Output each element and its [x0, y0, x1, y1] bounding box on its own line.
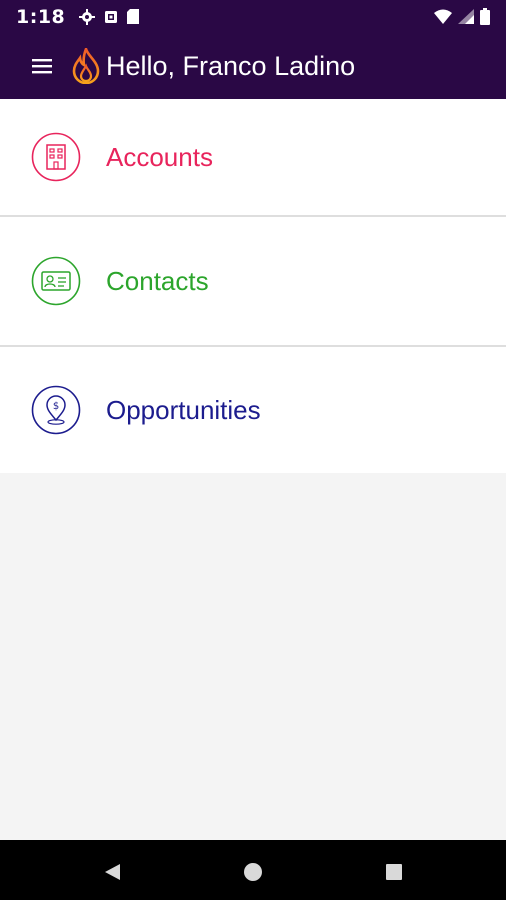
menu-item-label: Accounts: [106, 141, 213, 172]
settings-icon: [79, 8, 96, 25]
main-menu-list: Accounts Contacts $ Opportunities: [0, 99, 506, 473]
menu-item-label: Opportunities: [106, 394, 261, 425]
building-icon: [30, 131, 82, 183]
system-nav-bar: [0, 840, 506, 900]
signal-icon: [458, 9, 474, 24]
contact-card-icon: [30, 255, 82, 307]
svg-text:$: $: [53, 401, 59, 412]
menu-item-accounts[interactable]: Accounts: [0, 99, 506, 217]
status-bar: 1:18: [0, 0, 506, 33]
recents-icon[interactable]: [382, 860, 406, 884]
menu-item-contacts[interactable]: Contacts: [0, 217, 506, 347]
home-icon[interactable]: [241, 860, 265, 884]
flame-logo-icon: [72, 48, 100, 84]
sim-icon: [127, 9, 140, 24]
hamburger-menu-icon[interactable]: [30, 33, 54, 99]
wifi-icon: [434, 9, 452, 24]
menu-item-label: Contacts: [106, 265, 209, 296]
status-icons-right: [434, 8, 490, 25]
app-bar: Hello, Franco Ladino: [0, 33, 506, 99]
back-icon[interactable]: [100, 860, 124, 884]
notification-icon: [104, 10, 118, 24]
menu-item-opportunities[interactable]: $ Opportunities: [0, 347, 506, 473]
battery-icon: [480, 8, 490, 25]
dollar-location-pin-icon: $: [30, 384, 82, 436]
status-time: 1:18: [16, 5, 66, 28]
app-title: Hello, Franco Ladino: [106, 50, 356, 81]
status-icons-left: [79, 8, 140, 25]
